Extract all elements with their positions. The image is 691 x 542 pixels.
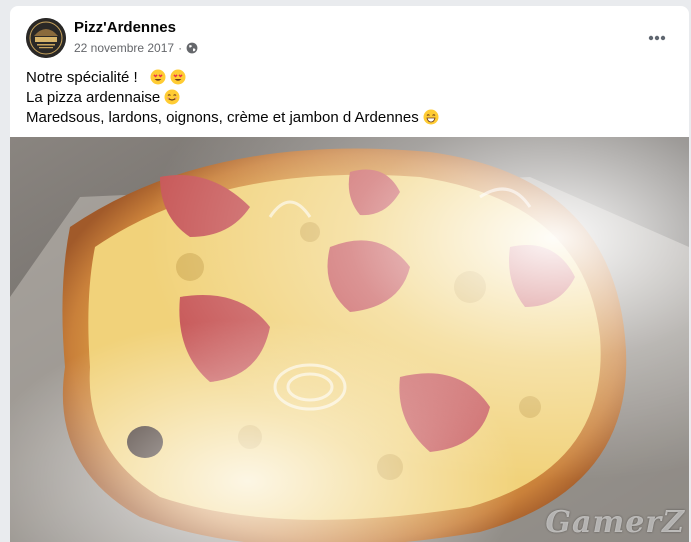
more-options-icon bbox=[648, 35, 666, 41]
post-line: Notre spécialité ! bbox=[26, 68, 439, 88]
heart-eyes-emoji bbox=[170, 69, 186, 85]
grinning-emoji bbox=[423, 109, 439, 125]
pizza-photo[interactable]: GamerZ bbox=[10, 137, 689, 542]
post-line: Maredsous, lardons, oignons, crème et ja… bbox=[26, 108, 439, 128]
post-date[interactable]: 22 novembre 2017 bbox=[74, 41, 174, 55]
post-line-text: La pizza ardennaise bbox=[26, 89, 161, 106]
smiling-emoji bbox=[164, 89, 180, 105]
meta-separator: · bbox=[178, 41, 183, 55]
photo-watermark: GamerZ bbox=[545, 505, 685, 540]
post-card: Pizz'Ardennes 22 novembre 2017 · Notre s… bbox=[10, 6, 689, 542]
page-name[interactable]: Pizz'Ardennes bbox=[74, 19, 176, 36]
pizza-image bbox=[10, 137, 689, 542]
post-line-text: Maredsous, lardons, oignons, crème et ja… bbox=[26, 109, 419, 126]
post-text: Notre spécialité ! La pizza ardennaise M… bbox=[26, 68, 439, 128]
post-meta: 22 novembre 2017 · bbox=[74, 41, 198, 55]
globe-icon bbox=[186, 42, 198, 54]
post-header: Pizz'Ardennes 22 novembre 2017 · bbox=[26, 18, 673, 58]
heart-eyes-emoji bbox=[150, 69, 166, 85]
more-options-button[interactable] bbox=[645, 26, 669, 50]
post-line: La pizza ardennaise bbox=[26, 88, 439, 108]
post-line-text: Notre spécialité ! bbox=[26, 69, 138, 86]
pizzeria-logo-icon bbox=[26, 18, 66, 58]
page-avatar[interactable] bbox=[26, 18, 66, 58]
